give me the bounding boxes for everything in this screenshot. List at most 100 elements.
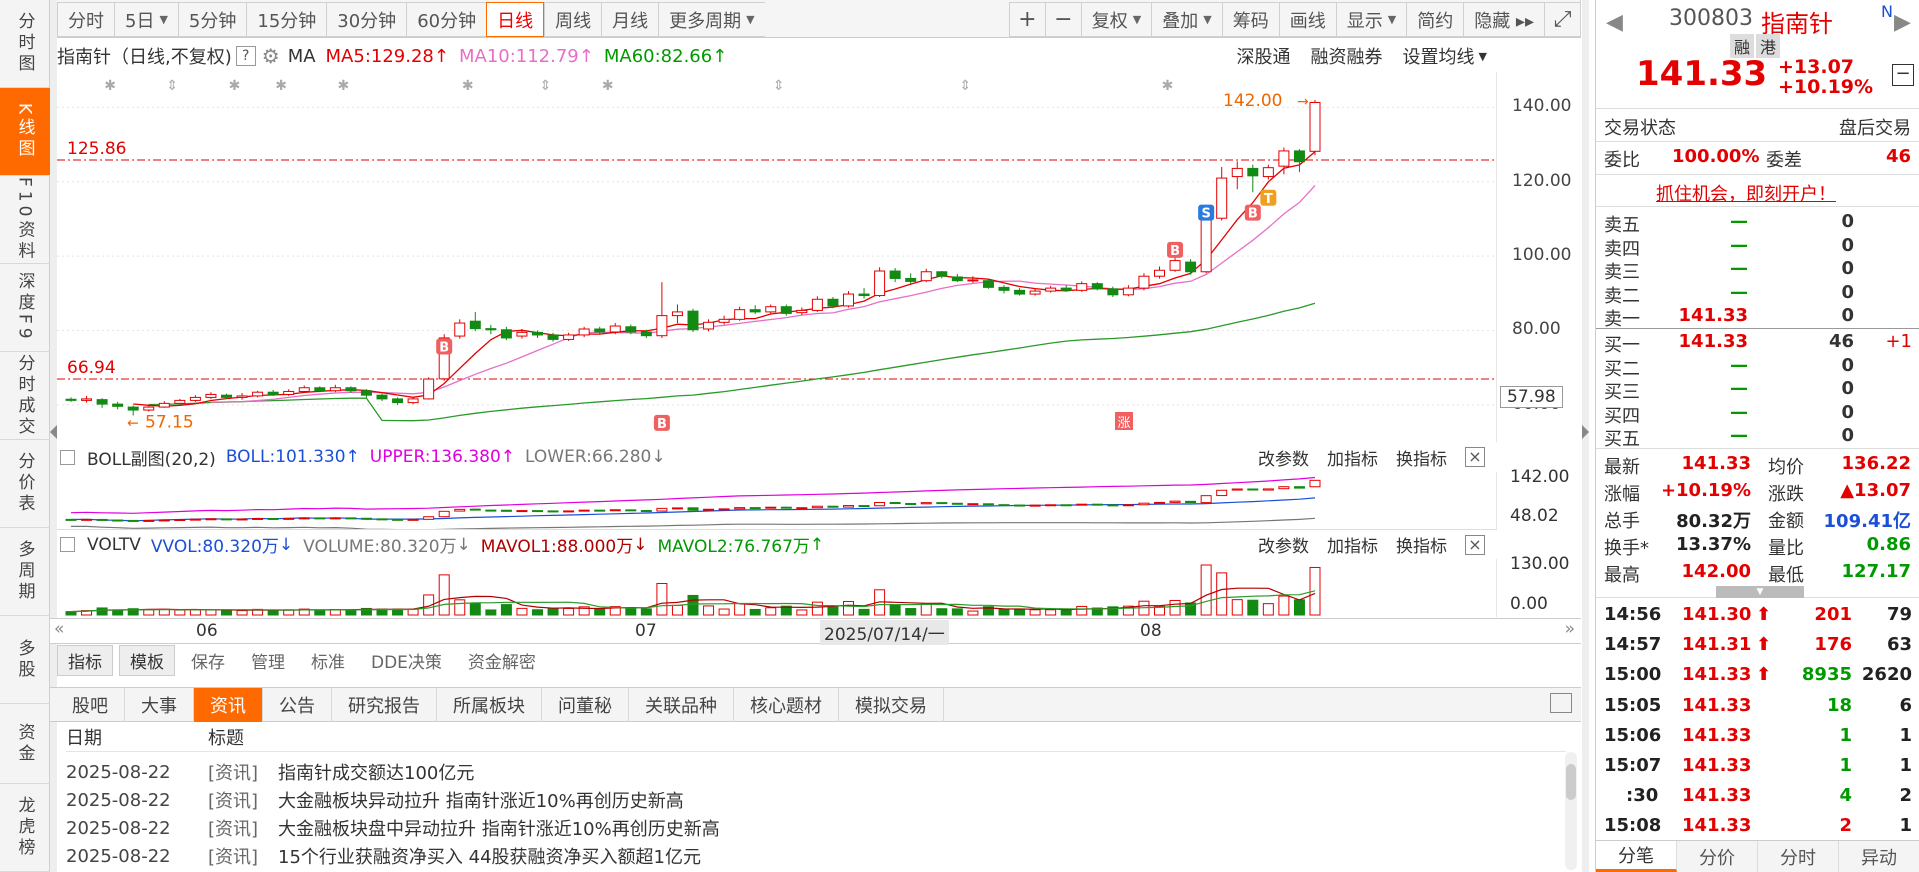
news-tab[interactable]: 研究报告 <box>332 688 437 722</box>
news-row[interactable]: 2025-08-22 [资讯] 15个行业获融资净买入 44股获融资净买入额超1亿元 <box>66 842 701 870</box>
tick-row[interactable]: :30 141.33 4 2 <box>1596 782 1919 812</box>
book-row[interactable]: 卖一 141.33 0 <box>1596 305 1919 330</box>
nav-item[interactable]: 多周期 <box>0 528 50 616</box>
nav-item[interactable]: 龙虎榜 <box>0 784 50 872</box>
boll-checkbox[interactable] <box>60 449 75 465</box>
tool-button[interactable]: 画线 <box>1278 2 1336 37</box>
plus-icon[interactable]: + <box>1008 2 1045 37</box>
news-tab[interactable]: 所属板块 <box>437 688 542 722</box>
vol-checkbox[interactable] <box>60 537 75 552</box>
book-row[interactable]: 买三 — 0 <box>1596 378 1919 403</box>
indicator-tool[interactable]: 保存 <box>181 646 235 675</box>
book-row[interactable]: 买四 — 0 <box>1596 402 1919 427</box>
tick-row[interactable]: 15:00 141.33 ⬆ 8935 2620 <box>1596 661 1919 691</box>
tick-row[interactable]: 15:08 141.33 2 1 <box>1596 812 1919 842</box>
news-tab[interactable]: 模拟交易 <box>839 688 944 722</box>
nav-item[interactable]: 分时图 <box>0 0 50 88</box>
help-icon[interactable]: ? <box>235 46 256 66</box>
period-tab[interactable]: 60分钟 <box>406 2 487 37</box>
news-tab[interactable]: 核心题材 <box>734 688 839 722</box>
quote-tab[interactable]: 分时 <box>1758 841 1839 872</box>
period-tab[interactable]: 5分钟 <box>177 2 247 37</box>
book-row[interactable]: 买一 141.33 46 +1 <box>1596 331 1919 356</box>
period-tab[interactable]: 30分钟 <box>326 2 407 37</box>
boll-chart[interactable] <box>57 472 1497 530</box>
quote-tab[interactable]: 异动 <box>1839 841 1919 872</box>
scroll-left-icon[interactable]: « <box>54 619 64 639</box>
expand-arrow-icon[interactable]: ▼ <box>1716 586 1804 598</box>
chevron-down-icon[interactable]: ▼ <box>1479 50 1487 63</box>
vol-add-button[interactable]: 加指标 <box>1327 532 1378 557</box>
period-tab[interactable]: 更多周期 ▼ <box>658 2 765 37</box>
tool-button[interactable]: 叠加 ▼ <box>1151 2 1222 37</box>
boll-add-button[interactable]: 加指标 <box>1327 445 1378 470</box>
indicator-tool[interactable]: 指标 <box>57 644 113 676</box>
tool-button[interactable]: 隐藏 ▸▸ <box>1463 2 1544 37</box>
indicator-tool[interactable]: 资金解密 <box>458 646 546 675</box>
book-row[interactable]: 买二 — 0 <box>1596 355 1919 380</box>
tick-row[interactable]: 15:06 141.33 1 1 <box>1596 722 1919 752</box>
nav-item[interactable]: K线图 <box>0 88 50 176</box>
book-row[interactable]: 卖五 — 0 <box>1596 211 1919 236</box>
boll-params-button[interactable]: 改参数 <box>1258 445 1309 470</box>
news-row[interactable]: 2025-08-22 [资讯] 大金融板块异动拉升 指南针涨近10%再创历史新高 <box>66 786 684 814</box>
news-tab[interactable]: 股吧 <box>56 688 125 722</box>
period-tab[interactable]: 月线 <box>601 2 659 37</box>
scroll-right-icon[interactable]: » <box>1565 619 1575 639</box>
period-tab[interactable]: 5日 ▼ <box>114 2 178 37</box>
link-set-ma[interactable]: 设置均线 <box>1403 43 1475 69</box>
news-row[interactable]: 2025-08-22 [资讯] 指南针成交额达100亿元 <box>66 758 474 786</box>
nav-n[interactable]: N <box>1881 2 1893 21</box>
news-tab[interactable]: 关联品种 <box>629 688 734 722</box>
indicator-tool[interactable]: 模板 <box>119 644 175 676</box>
boll-switch-button[interactable]: 换指标 <box>1396 445 1447 470</box>
prev-stock-icon[interactable]: ◀ <box>1606 10 1623 35</box>
news-tab[interactable]: 资讯 <box>194 688 263 722</box>
kline-chart[interactable]: 125.8666.94142.00 →← 57.15BBBS BT✱ ⇕ ✱ ✱ ✱ ✱ ⇕ ✱ ⇕ ⇕… <box>57 72 1497 442</box>
period-tab[interactable]: 15分钟 <box>246 2 327 37</box>
tool-button[interactable]: 复权 ▼ <box>1080 2 1152 37</box>
nav-item[interactable]: 分时成交 <box>0 352 50 440</box>
indicator-tool[interactable]: DDE决策 <box>361 646 452 675</box>
period-tab[interactable]: 周线 <box>544 2 602 37</box>
indicator-tool[interactable]: 标准 <box>301 646 355 675</box>
tick-row[interactable]: 15:07 141.33 1 1 <box>1596 752 1919 782</box>
minus-icon[interactable]: − <box>1044 2 1081 37</box>
minimize-icon[interactable]: − <box>1892 64 1914 86</box>
book-row[interactable]: 卖四 — 0 <box>1596 235 1919 260</box>
news-row[interactable]: 2025-08-22 [资讯] 大金融板块盘中异动拉升 指南针涨近10%再创历史新高 <box>66 814 720 842</box>
vol-params-button[interactable]: 改参数 <box>1258 532 1309 557</box>
close-icon[interactable]: × <box>1465 447 1485 467</box>
date-axis[interactable]: « 06 07 08 2025/07/14/一 » <box>50 618 1581 645</box>
news-tab[interactable]: 大事 <box>125 688 194 722</box>
nav-item[interactable]: F10资料 <box>0 176 50 264</box>
close-icon[interactable]: × <box>1465 534 1485 555</box>
volume-chart[interactable] <box>57 559 1497 617</box>
tick-row[interactable]: 14:57 141.31 ⬆ 176 63 <box>1596 631 1919 661</box>
news-scrollbar[interactable] <box>1565 752 1577 870</box>
right-collapse-strip[interactable] <box>1582 0 1589 872</box>
tool-button[interactable]: 简约 <box>1406 2 1464 37</box>
period-tab[interactable]: 分时 <box>57 2 114 37</box>
period-tab[interactable]: 日线 <box>486 2 545 37</box>
left-collapse-strip[interactable] <box>50 0 57 872</box>
tick-row[interactable]: 15:05 141.33 18 6 <box>1596 692 1919 722</box>
tick-row[interactable]: 14:56 141.30 ⬆ 201 79 <box>1596 601 1919 631</box>
gear-icon[interactable]: ⚙ <box>262 44 280 68</box>
fullscreen-icon[interactable]: ⤢ <box>1544 2 1580 37</box>
link-shengutong[interactable]: 深股通 <box>1237 43 1291 69</box>
news-tab[interactable]: 公告 <box>263 688 332 722</box>
vol-switch-button[interactable]: 换指标 <box>1396 532 1447 557</box>
indicator-tool[interactable]: 管理 <box>241 646 295 675</box>
book-row[interactable]: 买五 —0 <box>1596 425 1919 450</box>
download-icon[interactable] <box>1550 693 1572 713</box>
quote-tab[interactable]: 分价 <box>1677 841 1758 872</box>
tool-button[interactable]: 筹码 <box>1221 2 1279 37</box>
book-row[interactable]: 卖二 — 0 <box>1596 282 1919 307</box>
nav-item[interactable]: 深度F9 <box>0 264 50 352</box>
news-tab[interactable]: 问董秘 <box>542 688 629 722</box>
nav-item[interactable]: 多股 <box>0 616 50 704</box>
quote-tab[interactable]: 分笔 <box>1596 841 1677 872</box>
next-stock-icon[interactable]: ▶ <box>1894 10 1911 35</box>
book-row[interactable]: 卖三 — 0 <box>1596 258 1919 283</box>
